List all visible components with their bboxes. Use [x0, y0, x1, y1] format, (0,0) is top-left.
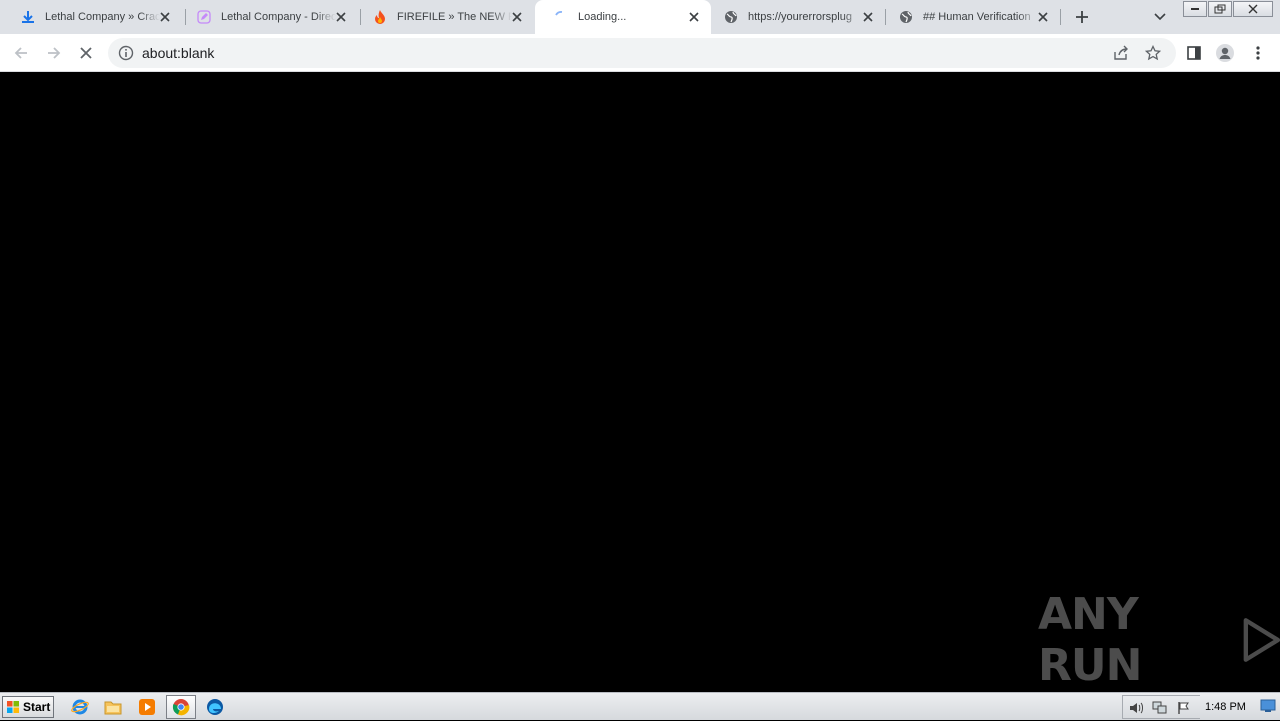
kebab-menu-icon[interactable]: [1247, 42, 1269, 64]
info-icon[interactable]: [118, 45, 134, 61]
tab-title: Lethal Company - Direct: [221, 11, 336, 23]
tab-lethal-company-crack[interactable]: Lethal Company » Crack: [2, 0, 182, 34]
anyrun-watermark: ANY RUN: [1038, 589, 1280, 691]
system-tray: [1122, 695, 1200, 719]
globe-icon: [723, 9, 739, 25]
windows-flag-icon: [7, 701, 19, 713]
windows-taskbar: Start 1:48 PM: [0, 692, 1280, 720]
watermark-text: ANY RUN: [1038, 589, 1142, 691]
tab-title: ## Human Verification: [923, 11, 1031, 23]
address-bar[interactable]: about:blank: [108, 38, 1176, 68]
close-icon[interactable]: [1036, 10, 1050, 24]
start-button[interactable]: Start: [2, 696, 54, 718]
taskbar-clock[interactable]: 1:48 PM: [1205, 693, 1246, 721]
globe-icon: [898, 9, 914, 25]
tab-yourerrorsplug[interactable]: https://yourerrorsplug: [705, 0, 885, 34]
network-icon[interactable]: [1152, 700, 1168, 716]
chrome-icon[interactable]: [166, 695, 196, 719]
browser-toolbar: about:blank: [0, 34, 1280, 72]
tab-separator: [1060, 9, 1061, 25]
share-icon[interactable]: [1113, 45, 1129, 61]
play-logo-icon: [1243, 618, 1280, 662]
profile-avatar-icon[interactable]: [1214, 42, 1236, 64]
tab-title: https://yourerrorsplug: [748, 11, 852, 23]
back-arrow-icon[interactable]: [10, 42, 32, 64]
flame-icon: [372, 9, 388, 25]
tab-title: FIREFILE » The NEW Fi: [397, 11, 512, 23]
media-player-icon[interactable]: [137, 697, 157, 717]
edge-icon[interactable]: [205, 697, 225, 717]
close-icon[interactable]: [158, 10, 172, 24]
action-center-flag-icon[interactable]: [1176, 700, 1192, 716]
close-icon[interactable]: [687, 10, 701, 24]
tab-loading[interactable]: Loading...: [535, 0, 711, 34]
volume-icon[interactable]: [1129, 700, 1145, 716]
bookmark-star-icon[interactable]: [1144, 44, 1162, 61]
close-icon[interactable]: [510, 10, 524, 24]
close-window-button[interactable]: [1233, 1, 1273, 17]
tab-search-chevron-down-icon[interactable]: [1152, 9, 1168, 25]
minimize-window-button[interactable]: [1183, 1, 1207, 17]
restore-window-button[interactable]: [1208, 1, 1232, 17]
tab-firefile[interactable]: FIREFILE » The NEW Fi: [354, 0, 534, 34]
internet-explorer-icon[interactable]: [70, 697, 90, 717]
download-icon: [20, 9, 36, 25]
new-tab-plus-icon[interactable]: [1072, 7, 1092, 27]
tab-title: Loading...: [578, 11, 627, 23]
forward-arrow-icon[interactable]: [43, 42, 65, 64]
page-content: ANY RUN: [0, 72, 1280, 692]
start-label: Start: [23, 700, 51, 714]
close-icon[interactable]: [334, 10, 348, 24]
side-panel-icon[interactable]: [1183, 42, 1205, 64]
address-bar-url[interactable]: about:blank: [142, 38, 214, 68]
stop-loading-x-icon[interactable]: [75, 42, 97, 64]
show-desktop-icon[interactable]: [1260, 699, 1276, 713]
loading-spinner-icon: [553, 9, 569, 25]
tab-title: Lethal Company » Crack: [45, 11, 160, 23]
close-icon[interactable]: [861, 10, 875, 24]
tab-human-verification[interactable]: ## Human Verification: [880, 0, 1060, 34]
file-explorer-icon[interactable]: [103, 697, 123, 717]
tab-lethal-company-direct[interactable]: Lethal Company - Direct: [178, 0, 358, 34]
pencil-icon: [196, 9, 212, 25]
tab-strip: Lethal Company » Crack Lethal Company - …: [0, 0, 1280, 34]
